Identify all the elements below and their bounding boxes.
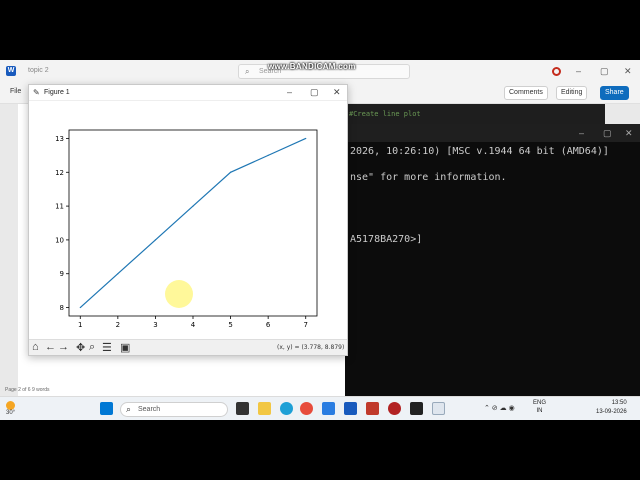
cursor-coordinate-readout: (x, y) = (3.778, 8.879) [277,344,345,351]
figure-canvas[interactable]: 1234567 8 9 10 11 12 13 [29,101,347,339]
taskbar-search-icon: ⌕ [126,404,132,414]
x-axis-ticks: 1 2 3 4 5 6 7 [78,316,308,329]
series-line [79,137,306,308]
word-document-name[interactable]: topic 2 [28,67,49,74]
x-tick-label: 4 [191,321,196,329]
code-editor-strip: #Create line plot [345,104,605,124]
code-comment-line: #Create line plot [349,110,421,118]
back-arrow-icon[interactable]: ← [45,341,56,353]
x-tick-label: 3 [153,321,157,329]
terminal-titlebar: – ▢ ✕ [345,124,640,142]
series-point [117,273,119,275]
data-series [79,137,307,309]
word-app-icon: W [6,66,16,76]
taskbar-search-placeholder: Search [138,406,161,413]
figure-toolbar: ⌂ ← → ✥ ⌕ ☰ ▣ (x, y) = (3.778, 8.879) [29,339,347,355]
weather-widget[interactable]: 30° [6,400,15,416]
taskbar-search[interactable]: ⌕ Search [120,402,228,417]
weather-temperature: 30° [6,410,16,416]
minimize-icon[interactable]: – [576,66,581,76]
figure-minimize-icon[interactable]: – [287,87,292,97]
figure-title: Figure 1 [44,89,70,96]
word-taskbar-icon[interactable] [344,402,357,415]
series-point [229,171,232,173]
plot-axes-frame [68,129,318,317]
start-icon[interactable] [100,402,113,415]
share-button[interactable]: Share [600,86,629,100]
terminal-close-icon[interactable]: ✕ [625,128,633,139]
y-tick-label: 12 [55,169,64,177]
pdf-reader-icon[interactable] [366,402,379,415]
series-point [154,239,157,241]
chrome-icon[interactable] [300,402,313,415]
search-icon: ⌕ [245,67,250,76]
y-tick-label: 13 [55,135,64,143]
x-tick-label: 7 [303,321,307,329]
cursor-highlight [165,280,193,308]
terminal-line-1: 2026, 10:26:10) [MSC v.1944 64 bit (AMD6… [350,146,609,157]
terminal-line-3: A5178BA270>] [350,234,423,245]
desktop-screen: W topic 2 ⌕ Search www.BANDICAM.com – ▢ … [0,60,640,420]
terminal-line-2: nse" for more information. [350,172,507,183]
y-tick-label: 9 [60,270,64,278]
clock-time: 13:50 [611,400,627,406]
figure-window[interactable]: ✎ Figure 1 – ▢ ✕ 1234567 8 9 10 11 12 13 ⌂ ← … [28,84,348,356]
y-tick-label: 8 [60,304,64,312]
editing-button[interactable]: Editing [556,86,588,100]
store-icon[interactable] [322,402,335,415]
language-indicator[interactable]: ENG IN [533,399,546,415]
recorder-icon[interactable] [388,402,401,415]
series-point [192,205,194,207]
system-tray-icons[interactable]: ⌃ ⊘ ☁ ◉ [484,404,515,412]
x-tick-label: 6 [266,321,271,329]
word-titlebar: W topic 2 ⌕ Search www.BANDICAM.com – ▢ … [0,60,640,84]
x-tick-label: 2 [116,321,120,329]
terminal-minimize-icon[interactable]: – [579,128,584,138]
close-icon[interactable]: ✕ [624,66,632,77]
series-point [305,137,307,140]
configure-subplots-icon[interactable]: ☰ [102,341,112,354]
figure-app-icon: ✎ [33,88,40,97]
weather-sun-icon [6,401,15,410]
series-point [267,154,269,156]
series-point [79,306,81,309]
edge-icon[interactable] [280,402,293,415]
word-status-text: Page 2 of 6 9 words [5,387,50,393]
home-icon[interactable]: ⌂ [32,341,39,353]
y-tick-label: 11 [55,203,64,211]
x-tick-label: 5 [228,321,232,329]
forward-arrow-icon[interactable]: → [58,341,69,353]
comments-button[interactable]: Comments [504,86,548,100]
taskbar: 30° ⌕ Search ⌃ ⊘ ☁ ◉ ENG IN 13:50 13-09-… [0,396,640,420]
terminal-window[interactable]: – ▢ ✕ 2026, 10:26:10) [MSC v.1944 64 bit… [345,124,640,396]
clock-date: 13-09-2026 [596,409,627,415]
file-explorer-icon[interactable] [258,402,271,415]
language-code: ENG [533,400,547,406]
region-code: IN [536,408,543,414]
x-tick-label: 1 [78,321,82,329]
clock[interactable]: 13:50 13-09-2026 [596,399,627,417]
recorder-watermark: www.BANDICAM.com [268,62,356,71]
y-tick-label: 10 [55,236,64,244]
pan-icon[interactable]: ✥ [76,341,85,354]
figure-maximize-icon[interactable]: ▢ [310,87,319,98]
terminal-maximize-icon[interactable]: ▢ [603,128,612,139]
figure-titlebar: ✎ Figure 1 – ▢ ✕ [29,85,347,101]
terminal-taskbar-icon[interactable] [410,402,423,415]
maximize-icon[interactable]: ▢ [600,66,609,77]
menu-file[interactable]: File [10,88,21,95]
y-axis-ticks: 8 9 10 11 12 13 [55,135,69,312]
task-view-icon[interactable] [236,402,249,415]
record-indicator-icon [552,67,561,76]
python-figure-taskbar-icon[interactable] [432,402,445,415]
save-icon[interactable]: ▣ [120,341,130,354]
zoom-icon[interactable]: ⌕ [89,341,95,354]
figure-close-icon[interactable]: ✕ [333,87,341,98]
